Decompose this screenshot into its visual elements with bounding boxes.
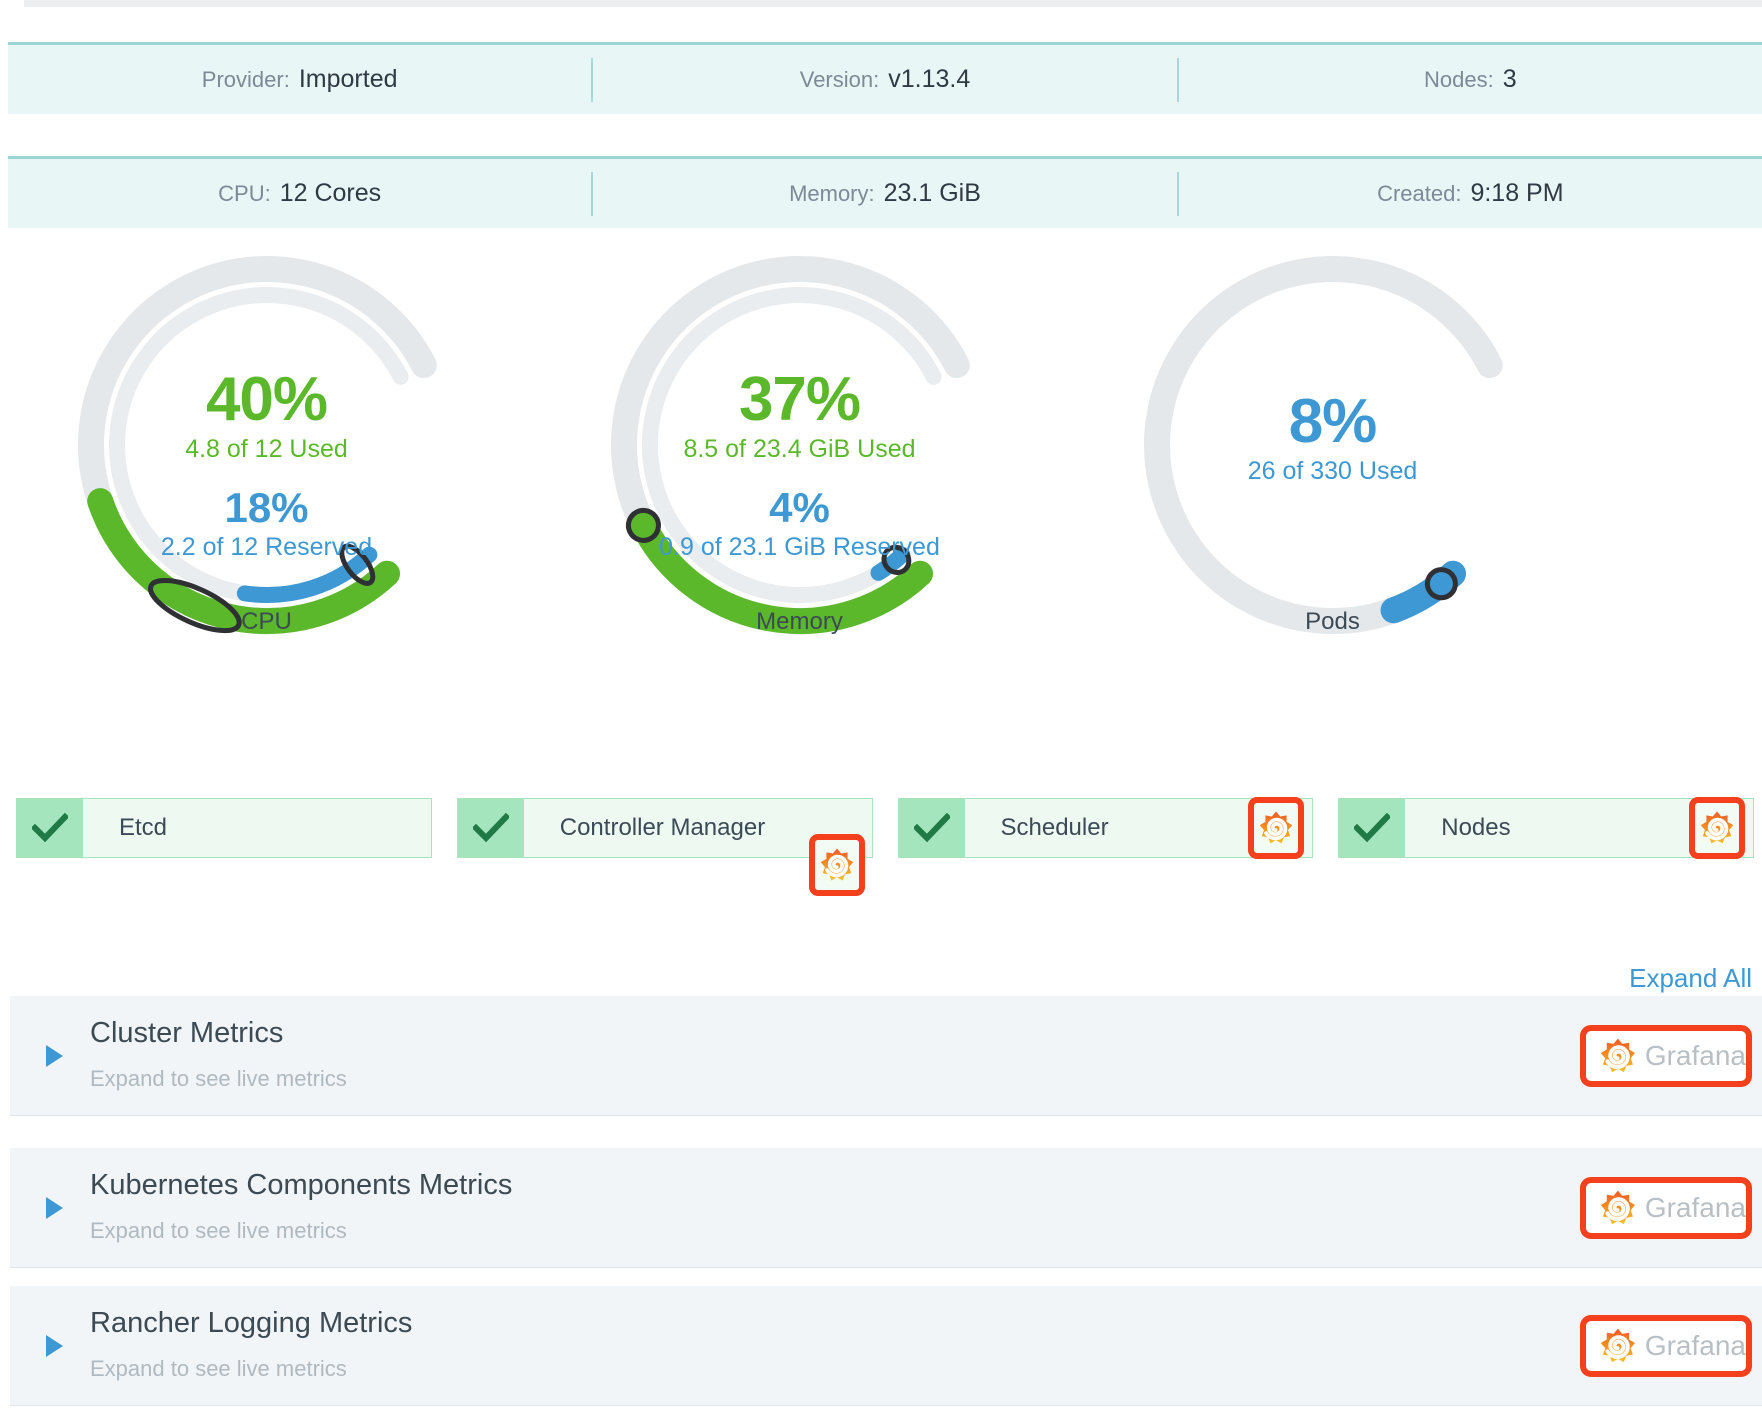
gauge-cpu: 40% 4.8 of 12 Used 18% 2.2 of 12 Reserve…	[0, 240, 533, 660]
gauge-pods: 8% 26 of 330 Used Pods	[1066, 240, 1599, 660]
accordion-title: Cluster Metrics	[90, 1017, 284, 1049]
grafana-button-label: Grafana	[1644, 1191, 1746, 1223]
info-label: Created:	[1377, 181, 1462, 206]
accordion-subtitle: Expand to see live metrics	[90, 1356, 347, 1381]
info-value: 9:18 PM	[1470, 179, 1564, 207]
info-cell-provider: Provider: Imported	[8, 65, 591, 94]
gauge-memory-rings	[610, 256, 970, 634]
accordion-cluster-metrics[interactable]: Cluster Metrics Expand to see live metri…	[10, 996, 1762, 1116]
component-scheduler[interactable]: Scheduler	[897, 797, 1314, 859]
accordion-title: Kubernetes Components Metrics	[90, 1169, 513, 1201]
info-label: Version:	[799, 67, 880, 92]
cluster-info-row-1: Provider: Imported Version: v1.13.4 Node…	[8, 42, 1762, 114]
cluster-dashboard: Provider: Imported Version: v1.13.4 Node…	[0, 0, 1762, 1414]
gauge-title: Memory	[756, 608, 843, 635]
accordion-subtitle: Expand to see live metrics	[90, 1218, 347, 1243]
grafana-button-label: Grafana	[1644, 1039, 1746, 1071]
info-value: 12 Cores	[279, 179, 382, 207]
check-icon	[898, 799, 965, 857]
check-icon	[1339, 799, 1406, 857]
gauge-arc-outer	[77, 256, 437, 634]
check-icon	[17, 799, 83, 857]
info-cell-nodes: Nodes: 3	[1179, 65, 1762, 94]
info-cell-version: Version: v1.13.4	[593, 65, 1176, 94]
cluster-info-row-2: CPU: 12 Cores Memory: 23.1 GiB Created: …	[8, 156, 1762, 228]
info-value: Imported	[298, 65, 398, 93]
chevron-right-icon[interactable]	[46, 1044, 63, 1067]
component-status-list: Etcd Controller Manager Scheduler Nodes	[16, 797, 1754, 896]
gauge-title: CPU	[241, 608, 292, 635]
expand-all-link[interactable]: Expand All	[1629, 963, 1752, 994]
gauge-pods-rings	[1143, 256, 1503, 634]
grafana-button-label: Grafana	[1644, 1329, 1746, 1361]
info-cell-memory: Memory: 23.1 GiB	[593, 179, 1176, 208]
grafana-button-rancher-logging-metrics[interactable]: Grafana	[1580, 1314, 1752, 1377]
accordion-subtitle: Expand to see live metrics	[90, 1066, 347, 1091]
accordion-rancher-logging-metrics[interactable]: Rancher Logging Metrics Expand to see li…	[10, 1286, 1762, 1406]
info-value: 23.1 GiB	[883, 179, 981, 207]
gauge-memory: 37% 8.5 of 23.4 GiB Used 4% 0.9 of 23.1 …	[533, 240, 1066, 660]
component-controller-manager[interactable]: Controller Manager	[456, 798, 873, 896]
info-label: Memory:	[789, 181, 875, 206]
info-cell-cpu: CPU: 12 Cores	[8, 179, 591, 208]
grafana-link-scheduler[interactable]	[1248, 797, 1305, 859]
info-value: 3	[1502, 65, 1517, 93]
top-divider	[24, 0, 1762, 7]
grafana-link-controller-manager[interactable]	[808, 834, 865, 896]
component-nodes[interactable]: Nodes	[1338, 797, 1754, 859]
info-label: Nodes:	[1424, 67, 1494, 92]
grafana-button-cluster-metrics[interactable]: Grafana	[1580, 1024, 1752, 1087]
info-cell-created: Created: 9:18 PM	[1179, 179, 1762, 208]
chevron-right-icon[interactable]	[46, 1196, 63, 1219]
info-value: v1.13.4	[888, 65, 971, 93]
resource-gauges: 40% 4.8 of 12 Used 18% 2.2 of 12 Reserve…	[0, 240, 1600, 660]
grafana-button-kubernetes-components-metrics[interactable]: Grafana	[1580, 1176, 1752, 1239]
gauge-cpu-rings	[77, 256, 437, 634]
accordion-title: Rancher Logging Metrics	[90, 1307, 413, 1339]
gauge-title: Pods	[1305, 608, 1360, 635]
grafana-link-nodes[interactable]	[1689, 797, 1745, 859]
info-label: Provider:	[201, 67, 290, 92]
chevron-right-icon[interactable]	[46, 1334, 63, 1357]
check-icon	[457, 799, 524, 857]
accordion-kubernetes-components-metrics[interactable]: Kubernetes Components Metrics Expand to …	[10, 1148, 1762, 1268]
component-etcd[interactable]: Etcd	[16, 798, 432, 858]
info-label: CPU:	[218, 181, 271, 206]
component-label: Etcd	[119, 814, 168, 841]
